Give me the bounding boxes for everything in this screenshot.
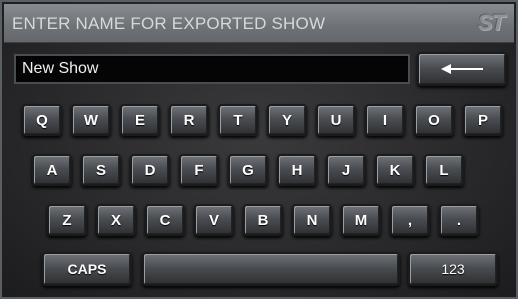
key-k[interactable]: K bbox=[375, 154, 415, 186]
key-period[interactable]: . bbox=[439, 204, 479, 236]
key-p[interactable]: P bbox=[463, 104, 503, 136]
key-b[interactable]: B bbox=[243, 204, 283, 236]
show-name-input[interactable] bbox=[14, 54, 410, 84]
brand-logo: ST bbox=[477, 10, 505, 35]
key-t[interactable]: T bbox=[218, 104, 258, 136]
key-comma[interactable]: , bbox=[390, 204, 430, 236]
key-w[interactable]: W bbox=[71, 104, 111, 136]
key-v[interactable]: V bbox=[194, 204, 234, 236]
numbers-button[interactable]: 123 bbox=[408, 252, 498, 286]
key-q[interactable]: Q bbox=[22, 104, 62, 136]
key-r[interactable]: R bbox=[169, 104, 209, 136]
caps-button[interactable]: CAPS bbox=[42, 252, 132, 286]
key-m[interactable]: M bbox=[341, 204, 381, 236]
dialog-title: ENTER NAME FOR EXPORTED SHOW bbox=[12, 14, 326, 33]
key-l[interactable]: L bbox=[424, 154, 464, 186]
key-n[interactable]: N bbox=[292, 204, 332, 236]
key-h[interactable]: H bbox=[277, 154, 317, 186]
key-u[interactable]: U bbox=[316, 104, 356, 136]
key-c[interactable]: C bbox=[145, 204, 185, 236]
key-a[interactable]: A bbox=[32, 154, 72, 186]
key-i[interactable]: I bbox=[365, 104, 405, 136]
space-bar[interactable] bbox=[142, 252, 400, 286]
backspace-button[interactable] bbox=[417, 52, 507, 86]
key-d[interactable]: D bbox=[130, 154, 170, 186]
key-s[interactable]: S bbox=[81, 154, 121, 186]
export-name-dialog: ENTER NAME FOR EXPORTED SHOW ST Q W E R … bbox=[0, 0, 518, 299]
key-y[interactable]: Y bbox=[267, 104, 307, 136]
key-z[interactable]: Z bbox=[47, 204, 87, 236]
key-e[interactable]: E bbox=[120, 104, 160, 136]
key-x[interactable]: X bbox=[96, 204, 136, 236]
key-g[interactable]: G bbox=[228, 154, 268, 186]
key-f[interactable]: F bbox=[179, 154, 219, 186]
title-bar: ENTER NAME FOR EXPORTED SHOW ST bbox=[4, 4, 514, 43]
key-j[interactable]: J bbox=[326, 154, 366, 186]
left-arrow-icon bbox=[441, 63, 483, 75]
key-o[interactable]: O bbox=[414, 104, 454, 136]
